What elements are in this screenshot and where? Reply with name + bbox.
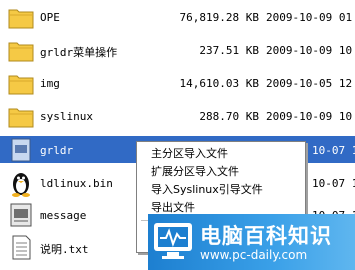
file-row-grldr-menu[interactable]: grldr菜单操作 237.51 KB 2009-10-09 10 [0, 34, 355, 67]
file-date: 10-07 15 [312, 144, 355, 157]
file-date: 2009-10-05 12 [266, 77, 353, 90]
file-date: 2009-10-09 10 [266, 110, 353, 123]
file-size: 288.70 KB [199, 110, 259, 123]
file-row-ope[interactable]: OPE 76,819.28 KB 2009-10-09 01 [0, 1, 355, 34]
file-name: grldr [40, 144, 74, 157]
file-row-syslinux[interactable]: syslinux 288.70 KB 2009-10-09 10 [0, 100, 355, 133]
file-icon [10, 203, 32, 227]
file-date: 2009-10-09 10 [266, 44, 353, 57]
file-size: 14,610.03 KB [179, 77, 259, 90]
text-file-icon [12, 235, 31, 260]
file-date: 10-07 15 [312, 177, 355, 190]
folder-icon [8, 108, 34, 128]
file-name: 说明.txt [40, 243, 89, 256]
folder-icon [8, 42, 34, 62]
file-date: 2009-10-09 01 [266, 11, 353, 24]
folder-icon [8, 9, 34, 29]
menu-item-import-extended[interactable]: 扩展分区导入文件 [137, 163, 305, 181]
file-size: 76,819.28 KB [179, 11, 259, 24]
file-name: grldr菜单操作 [40, 46, 118, 59]
file-size: 237.51 KB [199, 44, 259, 57]
watermark-url: www.pc-daily.com [200, 248, 308, 262]
file-name: img [40, 77, 60, 90]
monitor-logo-icon [154, 223, 192, 259]
file-row-img[interactable]: img 14,610.03 KB 2009-10-05 12 [0, 67, 355, 100]
file-name: syslinux [40, 110, 93, 123]
file-name: ldlinux.bin [40, 177, 113, 190]
menu-item-import-primary[interactable]: 主分区导入文件 [137, 145, 305, 163]
watermark-title: 电脑百科知识 [200, 224, 332, 248]
linux-penguin-icon [12, 173, 30, 197]
file-name: OPE [40, 11, 60, 24]
folder-icon [8, 75, 34, 95]
file-icon [11, 138, 31, 162]
file-name: message [40, 209, 87, 222]
menu-item-import-syslinux[interactable]: 导入Syslinux引导文件 [137, 181, 305, 199]
